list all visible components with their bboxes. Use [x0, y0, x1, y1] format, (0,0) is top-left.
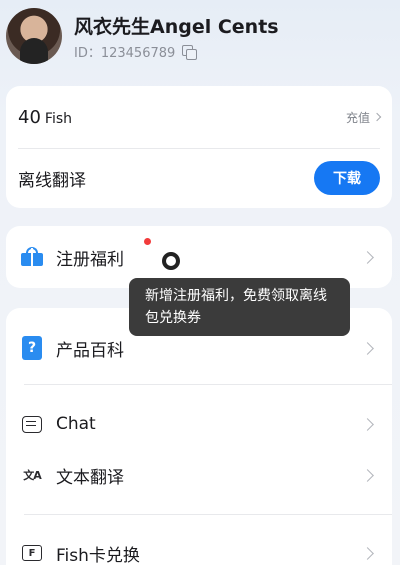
- fish-balance-row: 40 Fish 充值: [6, 86, 392, 148]
- user-id-row: ID：123456789: [74, 42, 198, 61]
- chevron-right-icon: [361, 250, 374, 264]
- offline-translation-row: 离线翻译 下载: [6, 148, 392, 208]
- chat-icon: [20, 412, 44, 436]
- menu-item-label: 注册福利: [56, 249, 124, 270]
- wallet-card: 40 Fish 充值 离线翻译 下载: [6, 86, 392, 208]
- chevron-right-icon: [361, 417, 374, 431]
- menu-item-text-translation[interactable]: 文A 文本翻译: [6, 443, 392, 507]
- fish-balance: 40 Fish: [18, 107, 72, 128]
- user-id: ID：123456789: [74, 46, 176, 61]
- divider: [24, 384, 392, 385]
- avatar[interactable]: [6, 8, 62, 64]
- recharge-link[interactable]: 充值: [345, 109, 382, 126]
- download-button[interactable]: 下载: [314, 161, 380, 195]
- menu-item-label: 文本翻译: [56, 467, 124, 488]
- menu-item-label: Fish卡兑换: [56, 545, 140, 565]
- copy-icon[interactable]: [181, 44, 198, 60]
- translate-icon: 文A: [23, 469, 41, 482]
- profile-header: 风衣先生Angel Cents ID：123456789: [0, 0, 400, 80]
- features-card: ? 产品百科 Chat 文A 文本翻译 F Fish卡兑换: [6, 308, 392, 565]
- divider: [24, 514, 392, 515]
- new-badge-dot: [144, 238, 151, 245]
- gift-icon: [20, 245, 44, 269]
- offline-translation-label: 离线翻译: [18, 170, 86, 191]
- touch-cursor-icon: [162, 252, 180, 270]
- fish-unit: Fish: [44, 110, 72, 127]
- chevron-right-icon: [361, 341, 374, 355]
- welfare-tooltip: 新增注册福利，免费领取离线包兑换券: [129, 278, 350, 336]
- menu-item-fish-card-redeem[interactable]: F Fish卡兑换: [6, 521, 392, 565]
- chevron-right-icon: [361, 468, 374, 482]
- recharge-label: 充值: [345, 110, 370, 125]
- menu-item-label: Chat: [56, 414, 96, 434]
- chevron-right-icon: [372, 112, 382, 122]
- card-f-icon: F: [20, 541, 44, 565]
- chevron-right-icon: [361, 546, 374, 560]
- question-doc-icon: ?: [20, 336, 44, 360]
- menu-item-label: 产品百科: [56, 340, 124, 361]
- user-name: 风衣先生Angel Cents: [74, 16, 279, 38]
- fish-amount: 40: [18, 106, 41, 128]
